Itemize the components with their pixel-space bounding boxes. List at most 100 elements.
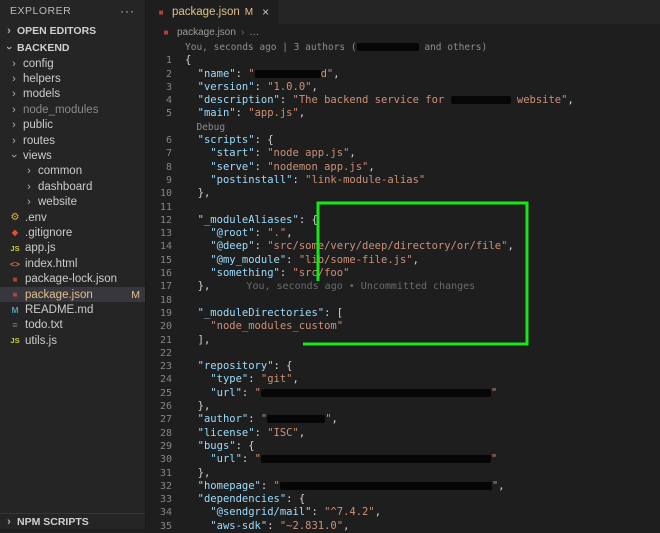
line-number: 26 xyxy=(159,401,172,413)
line-number: 35 xyxy=(159,520,172,532)
code-token: and others) xyxy=(418,42,488,53)
code-line-content: "aws-sdk": "~2.831.0", xyxy=(172,520,349,533)
code-token: "postinstall" xyxy=(210,173,293,186)
code-token: : { xyxy=(273,360,293,373)
editor-group: ■ package.json M × ■ package.json › … Yo… xyxy=(145,0,660,532)
text-file-icon: ≡ xyxy=(12,320,18,331)
code-token: "@deep" xyxy=(210,240,255,253)
code-line-22: 22 xyxy=(146,347,660,360)
tree-file-package.json[interactable]: ■ package.json M xyxy=(0,286,145,303)
code-token: , xyxy=(311,80,318,93)
tab-bar: ■ package.json M × xyxy=(146,0,660,24)
tree-item-label: utils.js xyxy=(25,334,57,347)
gear-icon: ⚙ xyxy=(10,212,20,224)
tree-file-utils.js[interactable]: JS utils.js xyxy=(0,333,145,348)
code-line-content: "url": " " xyxy=(172,387,497,400)
close-icon[interactable]: × xyxy=(262,5,269,19)
tree-item-label: common xyxy=(38,165,83,178)
code-line-29: 29 "bugs": { xyxy=(146,440,660,453)
chevron-right-icon: › xyxy=(12,88,16,101)
open-editors-section-header[interactable]: › OPEN EDITORS xyxy=(0,22,145,39)
code-token: : xyxy=(241,386,255,399)
code-line-content xyxy=(172,294,185,307)
explorer-actions-icon[interactable]: ··· xyxy=(120,4,135,18)
npm-file-icon: ■ xyxy=(158,7,164,17)
tree-folder-node_modules[interactable]: › node_modules xyxy=(0,102,145,117)
redaction-bar xyxy=(450,96,511,105)
root-folder-section-header[interactable]: › BACKEND xyxy=(0,39,145,56)
sidebar-header: EXPLORER ··· xyxy=(0,0,145,22)
tree-file-package-lock.json[interactable]: ■ package-lock.json xyxy=(0,271,145,286)
code-token: "author" xyxy=(197,413,249,426)
tree-folder-routes[interactable]: › routes xyxy=(0,133,145,148)
line-number: 8 xyxy=(165,161,172,173)
npm-scripts-section-header[interactable]: › NPM SCRIPTS xyxy=(0,513,145,529)
tab-package-json[interactable]: ■ package.json M × xyxy=(146,0,279,24)
code-line-content: "something": "src/foo" xyxy=(172,267,349,280)
code-line-content: "name": " d", xyxy=(172,68,340,81)
tree-item-label: routes xyxy=(23,134,55,147)
code-token: website" xyxy=(510,94,568,107)
tree-folder-common[interactable]: › common xyxy=(0,164,145,179)
tree-file-todo.txt[interactable]: ≡ todo.txt xyxy=(0,318,145,333)
tree-item-label: app.js xyxy=(25,242,56,255)
tree-file-index.html[interactable]: <> index.html xyxy=(0,256,145,271)
line-number: 5 xyxy=(165,108,172,120)
code-line-30: 30 "url": " " xyxy=(146,453,660,466)
code-token: , xyxy=(343,519,350,532)
code-line-10: 10 }, xyxy=(146,187,660,200)
code-token: "The backend service for xyxy=(292,94,451,107)
npm-file-icon: ■ xyxy=(12,274,18,284)
code-token: , xyxy=(331,413,338,426)
code-area[interactable]: You, seconds ago | 3 authors ( and other… xyxy=(146,40,660,533)
line-number: 32 xyxy=(159,480,172,492)
tree-folder-public[interactable]: › public xyxy=(0,118,145,133)
line-number: 6 xyxy=(165,135,172,147)
code-line-2: 2 "name": " d", xyxy=(146,68,660,81)
code-line-23: 23 "repository": { xyxy=(146,360,660,373)
tree-file-.gitignore[interactable]: ◆ .gitignore xyxy=(0,225,145,240)
tree-file-app.js[interactable]: JS app.js xyxy=(0,241,145,256)
tree-folder-dashboard[interactable]: › dashboard xyxy=(0,179,145,194)
code-line-content: "dependencies": { xyxy=(172,493,305,506)
code-token: : xyxy=(254,80,268,93)
npm-file-icon: ■ xyxy=(12,290,18,300)
breadcrumb-file[interactable]: package.json xyxy=(177,27,236,38)
tree-item-label: package-lock.json xyxy=(25,273,118,286)
tree-folder-views[interactable]: › views xyxy=(0,148,145,163)
tree-folder-models[interactable]: › models xyxy=(0,87,145,102)
code-line-content: }, xyxy=(172,400,211,413)
line-number: 18 xyxy=(159,294,172,306)
code-token: : { xyxy=(254,134,274,147)
code-line-content: "bugs": { xyxy=(172,440,255,453)
line-number: 28 xyxy=(159,427,172,439)
code-token: , xyxy=(298,107,306,120)
tree-file-README.md[interactable]: M README.md xyxy=(0,302,145,317)
breadcrumb-more[interactable]: … xyxy=(249,27,259,38)
code-token: , xyxy=(286,227,293,240)
tree-item-label: .gitignore xyxy=(25,226,73,239)
tree-file-.env[interactable]: ⚙ .env xyxy=(0,210,145,225)
code-token: "." xyxy=(267,227,287,240)
tree-folder-website[interactable]: › website xyxy=(0,195,145,210)
line-number: 16 xyxy=(159,268,172,280)
tree-item-label: website xyxy=(38,196,77,209)
code-line-26: 26 }, xyxy=(146,400,660,413)
open-editors-label: OPEN EDITORS xyxy=(17,24,97,37)
tree-folder-helpers[interactable]: › helpers xyxy=(0,71,145,86)
code-token: : xyxy=(248,373,261,386)
code-line-content: "homepage": " ", xyxy=(172,480,505,493)
tree-folder-config[interactable]: › config xyxy=(0,56,145,71)
git-modified-badge: M xyxy=(131,288,140,301)
code-token: "lib/some-file.js" xyxy=(298,253,413,266)
code-token: " xyxy=(490,453,498,466)
code-token: "license" xyxy=(197,426,255,439)
tree-item-label: views xyxy=(23,150,52,163)
